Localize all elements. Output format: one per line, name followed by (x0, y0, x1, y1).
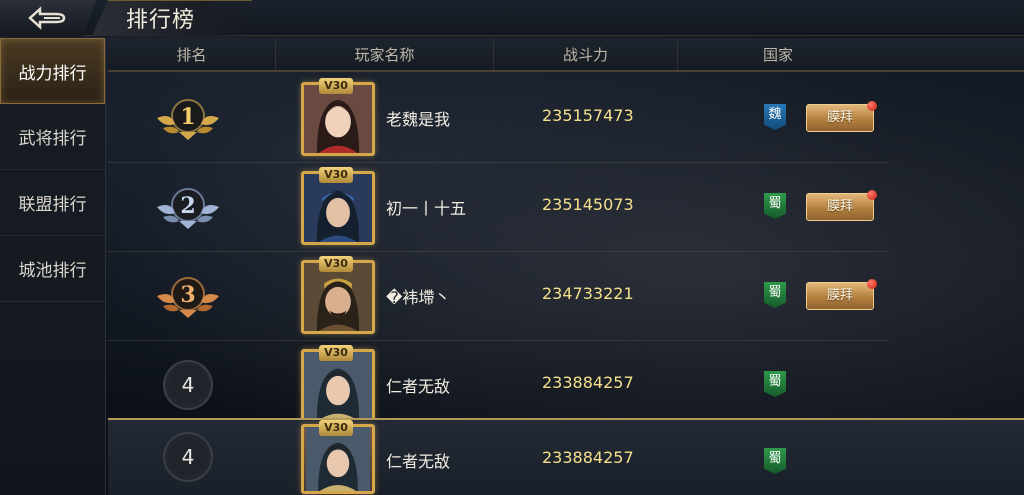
nation-badge: 魏 (764, 104, 786, 130)
table-row[interactable]: 3 V30 �袆墆丶 234733221 蜀 膜拜 (108, 252, 888, 341)
vip-badge: V30 (319, 256, 353, 272)
player-name: 老魏是我 (386, 110, 451, 129)
rank-number: 3 (180, 282, 195, 308)
bronze-rank-badge-icon: 3 (157, 277, 219, 318)
column-header-nation: 国家 (762, 46, 793, 64)
player-name: �袆墆丶 (386, 288, 451, 307)
vip-badge: V30 (319, 345, 353, 361)
player-name: 初一丨十五 (386, 199, 467, 218)
sidebar-item-city-rank[interactable]: 城池排行 (0, 236, 105, 302)
nation-badge: 蜀 (764, 282, 786, 308)
hero-portrait-female-icon (304, 85, 372, 153)
nation-badge: 蜀 (764, 448, 786, 474)
notification-dot-icon (867, 279, 877, 289)
rank-number: 4 (163, 360, 213, 410)
power-value: 235157473 (542, 106, 634, 125)
back-button[interactable] (0, 0, 96, 36)
worship-button[interactable]: 膜拜 (806, 190, 877, 221)
vip-badge: V30 (319, 78, 353, 94)
hero-portrait-scholar-icon (306, 427, 370, 491)
my-rank-bar: 4 V30 仁者无敌 233884257 蜀 (108, 418, 1024, 495)
vip-badge: V30 (319, 167, 353, 183)
hero-portrait-scholar-icon (304, 352, 372, 420)
sidebar: 战力排行 武将排行 联盟排行 城池排行 (0, 38, 106, 495)
power-value: 235145073 (542, 195, 634, 214)
worship-button[interactable]: 膜拜 (806, 101, 877, 132)
back-arrow-icon (28, 6, 66, 30)
notification-dot-icon (867, 190, 877, 200)
rank-number: 2 (180, 193, 195, 219)
table-row[interactable]: 4 V30 仁者无敌 233884257 蜀 (108, 341, 888, 430)
power-value: 234733221 (542, 284, 634, 303)
player-name: 仁者无敌 (386, 452, 451, 471)
notification-dot-icon (867, 101, 877, 111)
column-header-power: 战斗力 (494, 38, 678, 70)
sidebar-item-power-rank[interactable]: 战力排行 (0, 38, 105, 104)
hero-portrait-warrior-icon (304, 174, 372, 242)
worship-label: 膜拜 (826, 199, 853, 214)
silver-rank-badge-icon: 2 (157, 188, 219, 229)
rank-number: 1 (180, 104, 195, 130)
ranking-list: 1 V30 老魏是我 235157473 魏 膜拜 2 V30 初一丨十五 23… (108, 74, 888, 430)
worship-button[interactable]: 膜拜 (806, 279, 877, 310)
page-title: 排行榜 (126, 8, 196, 33)
sidebar-item-general-rank[interactable]: 武将排行 (0, 104, 105, 170)
vip-badge: V30 (319, 420, 353, 436)
top-bar: 排行榜 (0, 0, 1024, 36)
sidebar-item-alliance-rank[interactable]: 联盟排行 (0, 170, 105, 236)
column-header-player-name: 玩家名称 (276, 38, 494, 70)
power-value: 233884257 (542, 373, 634, 392)
gold-rank-badge-icon: 1 (157, 99, 219, 140)
worship-label: 膜拜 (826, 110, 853, 125)
rank-number: 4 (163, 432, 213, 482)
player-name: 仁者无敌 (386, 377, 451, 396)
worship-label: 膜拜 (826, 288, 853, 303)
hero-portrait-general-icon (304, 263, 372, 331)
table-row[interactable]: 2 V30 初一丨十五 235145073 蜀 膜拜 (108, 163, 888, 252)
nation-badge: 蜀 (764, 371, 786, 397)
column-header-rank: 排名 (108, 38, 276, 70)
power-value: 233884257 (542, 448, 634, 467)
nation-badge: 蜀 (764, 193, 786, 219)
table-header: 排名 玩家名称 战斗力 国家 (108, 38, 1024, 72)
table-row[interactable]: 1 V30 老魏是我 235157473 魏 膜拜 (108, 74, 888, 163)
